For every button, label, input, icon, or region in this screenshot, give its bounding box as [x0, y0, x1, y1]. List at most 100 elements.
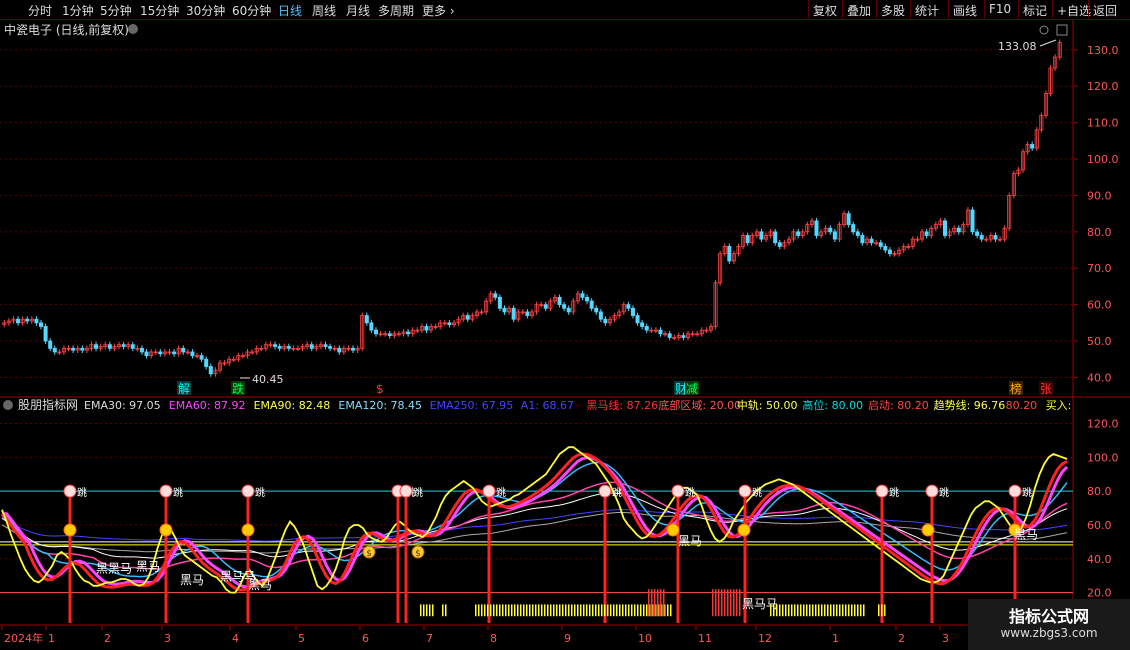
jump-label-5: 跳 — [496, 486, 506, 499]
toolbar-button-0[interactable]: 复权 — [808, 0, 841, 20]
candle-body — [130, 344, 135, 349]
candle-body — [598, 311, 603, 320]
candle-body — [139, 347, 144, 353]
watermark-url: www.zbgs3.com — [1000, 626, 1098, 640]
bottom-bar — [610, 604, 612, 617]
bottom-red-bar — [715, 589, 717, 617]
fire-icon-0 — [63, 523, 77, 537]
toolbar-button-4[interactable]: 画线 — [948, 0, 981, 20]
period-tab-8[interactable]: 月线 — [346, 2, 370, 19]
jump-ball-6 — [598, 484, 612, 498]
toolbar-button-2[interactable]: 多股 — [876, 0, 909, 20]
bottom-bar — [580, 604, 582, 617]
title-dropdown-icon — [128, 24, 138, 34]
period-tab-10[interactable]: 更多 › — [422, 2, 455, 19]
candle-body — [25, 318, 30, 322]
period-tab-9[interactable]: 多周期 — [378, 2, 414, 19]
toolbar-button-8[interactable]: 返回 — [1088, 0, 1121, 20]
period-tab-0[interactable]: 分时 — [28, 2, 52, 19]
bottom-bar — [583, 604, 585, 617]
period-tab-3[interactable]: 15分钟 — [140, 2, 179, 19]
candle-body — [777, 242, 782, 247]
period-tab-7[interactable]: 周线 — [312, 2, 336, 19]
candle-body — [493, 293, 498, 298]
horse-label-0: 黑黑马 — [96, 561, 132, 575]
bottom-red-bar — [727, 589, 729, 617]
candle-body — [846, 213, 851, 225]
jump-ball-5 — [482, 484, 496, 498]
bottom-bar — [484, 604, 486, 617]
legend-6: 黑马线: 87.26 — [586, 398, 658, 412]
candle-body — [640, 322, 645, 327]
candle-body — [956, 227, 961, 233]
bottom-bar — [842, 604, 844, 617]
toolbar-button-3[interactable]: 统计 — [910, 0, 943, 20]
bottom-bar — [420, 604, 422, 617]
bottom-bar — [550, 604, 552, 617]
candle-body — [594, 307, 599, 313]
bottom-bar — [604, 604, 606, 617]
bottom-bar — [833, 604, 835, 617]
candle-body — [369, 322, 374, 331]
fire-icon-5 — [921, 523, 935, 537]
jump-label-2: 跳 — [255, 486, 265, 499]
candle-body — [190, 351, 195, 356]
legend-4: EMA250: 67.95 — [430, 399, 514, 412]
toolbar-button-6[interactable]: 标记 — [1018, 0, 1051, 20]
candle-body — [942, 220, 947, 236]
bottom-bar — [782, 604, 784, 617]
x-label-6: 6 — [362, 632, 369, 645]
x-label-11: 11 — [698, 632, 712, 645]
candle-body — [158, 351, 163, 355]
watermark: 指标公式网 www.zbgs3.com — [968, 599, 1130, 650]
bottom-bar — [490, 604, 492, 617]
toolbar-button-1[interactable]: 叠加 — [842, 0, 875, 20]
bottom-bar — [628, 604, 630, 617]
period-tab-4[interactable]: 30分钟 — [186, 2, 225, 19]
x-label-1: 1 — [48, 632, 55, 645]
ind-tick-label-4: 100.0 — [1087, 451, 1119, 464]
bottom-bar — [556, 604, 558, 617]
price-tick-label-6: 100.0 — [1087, 153, 1119, 166]
candle-body — [337, 347, 342, 353]
bottom-red-bar — [721, 589, 723, 617]
candle-body — [644, 326, 649, 331]
bottom-bar — [884, 604, 886, 617]
candle-body — [585, 296, 590, 302]
candle-body — [975, 231, 980, 236]
fire-icon-4 — [737, 523, 751, 537]
bottom-bar — [797, 604, 799, 617]
bottom-bar — [544, 604, 546, 617]
candle-body — [869, 238, 874, 244]
candle-body — [204, 358, 209, 367]
bottom-bar — [559, 604, 561, 617]
bottom-bar — [821, 604, 823, 617]
bottom-bar — [526, 604, 528, 617]
bottom-bar — [779, 604, 781, 617]
candle-body — [48, 340, 53, 349]
legend-2: EMA90: 82.48 — [254, 399, 331, 412]
candle-body — [71, 347, 76, 351]
price-tick-label-9: 130.0 — [1087, 44, 1119, 57]
bottom-bar — [643, 604, 645, 617]
period-tab-6[interactable]: 日线 — [278, 2, 302, 19]
period-tab-5[interactable]: 60分钟 — [232, 2, 271, 19]
period-tab-1[interactable]: 1分钟 — [62, 2, 94, 19]
x-label-15: 3 — [942, 632, 949, 645]
candle-body — [979, 235, 984, 240]
jump-ball-1 — [159, 484, 173, 498]
watermark-title: 指标公式网 — [1008, 607, 1089, 626]
candle-body — [667, 333, 672, 338]
panel-toggle-icon — [1056, 24, 1068, 36]
jump-label-8: 跳 — [752, 486, 762, 499]
candle-body — [566, 307, 571, 313]
price-tick-label-7: 110.0 — [1087, 117, 1119, 130]
period-tab-2[interactable]: 5分钟 — [100, 2, 132, 19]
x-label-2: 2 — [104, 632, 111, 645]
candle-body — [277, 346, 282, 349]
candle-body — [465, 315, 470, 320]
toolbar-button-5[interactable]: F10 — [984, 0, 1015, 20]
bottom-red-bar — [663, 589, 665, 617]
x-label-3: 3 — [164, 632, 171, 645]
candle-body — [993, 235, 998, 240]
